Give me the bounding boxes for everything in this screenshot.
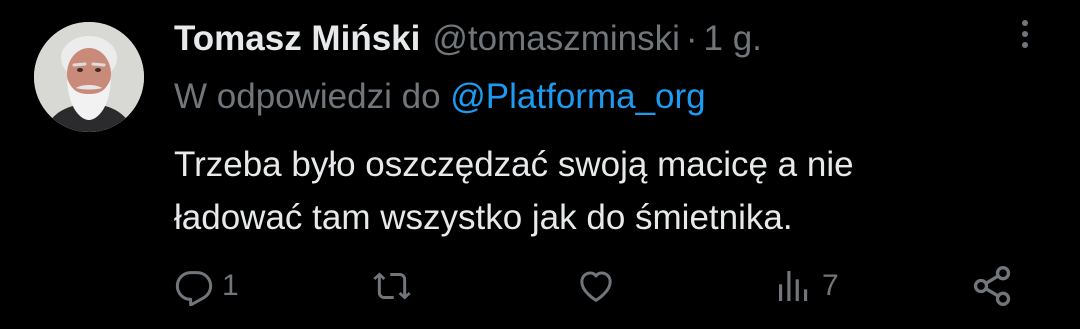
tweet-text-line: ładować tam wszystko jak do śmietnika. — [174, 198, 793, 237]
more-vertical-icon — [1022, 42, 1028, 48]
tweet-header: Tomasz Miński @tomaszminski · 1 g. — [174, 17, 762, 61]
heart-icon — [580, 271, 612, 302]
author-handle[interactable]: @tomaszminski — [432, 19, 680, 58]
more-vertical-icon — [1022, 20, 1028, 26]
reply-button[interactable]: 1 — [174, 264, 239, 308]
reply-count: 1 — [222, 269, 239, 302]
tweet-timestamp[interactable]: 1 g. — [704, 19, 762, 58]
more-options-button[interactable] — [1012, 14, 1038, 54]
retweet-icon — [373, 272, 411, 300]
reply-icon — [175, 271, 213, 306]
header-separator: · — [685, 19, 698, 58]
avatar-image — [34, 22, 144, 132]
retweet-button[interactable] — [370, 264, 414, 308]
like-button[interactable] — [576, 264, 616, 308]
views-button[interactable]: 7 — [774, 264, 839, 308]
share-button[interactable] — [970, 264, 1014, 308]
reply-target-link[interactable]: @Platforma_org — [450, 77, 705, 116]
share-icon — [973, 266, 1011, 306]
tweet-actions: 1 7 — [174, 264, 1054, 308]
reply-prefix: W odpowiedzi do — [174, 77, 441, 116]
tweet-text-line: Trzeba było oszczędzać swoją macicę a ni… — [174, 145, 854, 184]
tweet[interactable]: Tomasz Miński @tomaszminski · 1 g. W odpowi… — [0, 0, 1080, 329]
views-count: 7 — [822, 269, 839, 302]
reply-context: W odpowiedzi do @Platforma_org — [174, 75, 706, 119]
views-icon — [779, 271, 808, 301]
more-vertical-icon — [1022, 31, 1028, 37]
tweet-text: Trzeba było oszczędzać swoją macicę a ni… — [174, 138, 1014, 244]
author-display-name[interactable]: Tomasz Miński — [174, 19, 420, 58]
avatar[interactable] — [34, 22, 144, 132]
